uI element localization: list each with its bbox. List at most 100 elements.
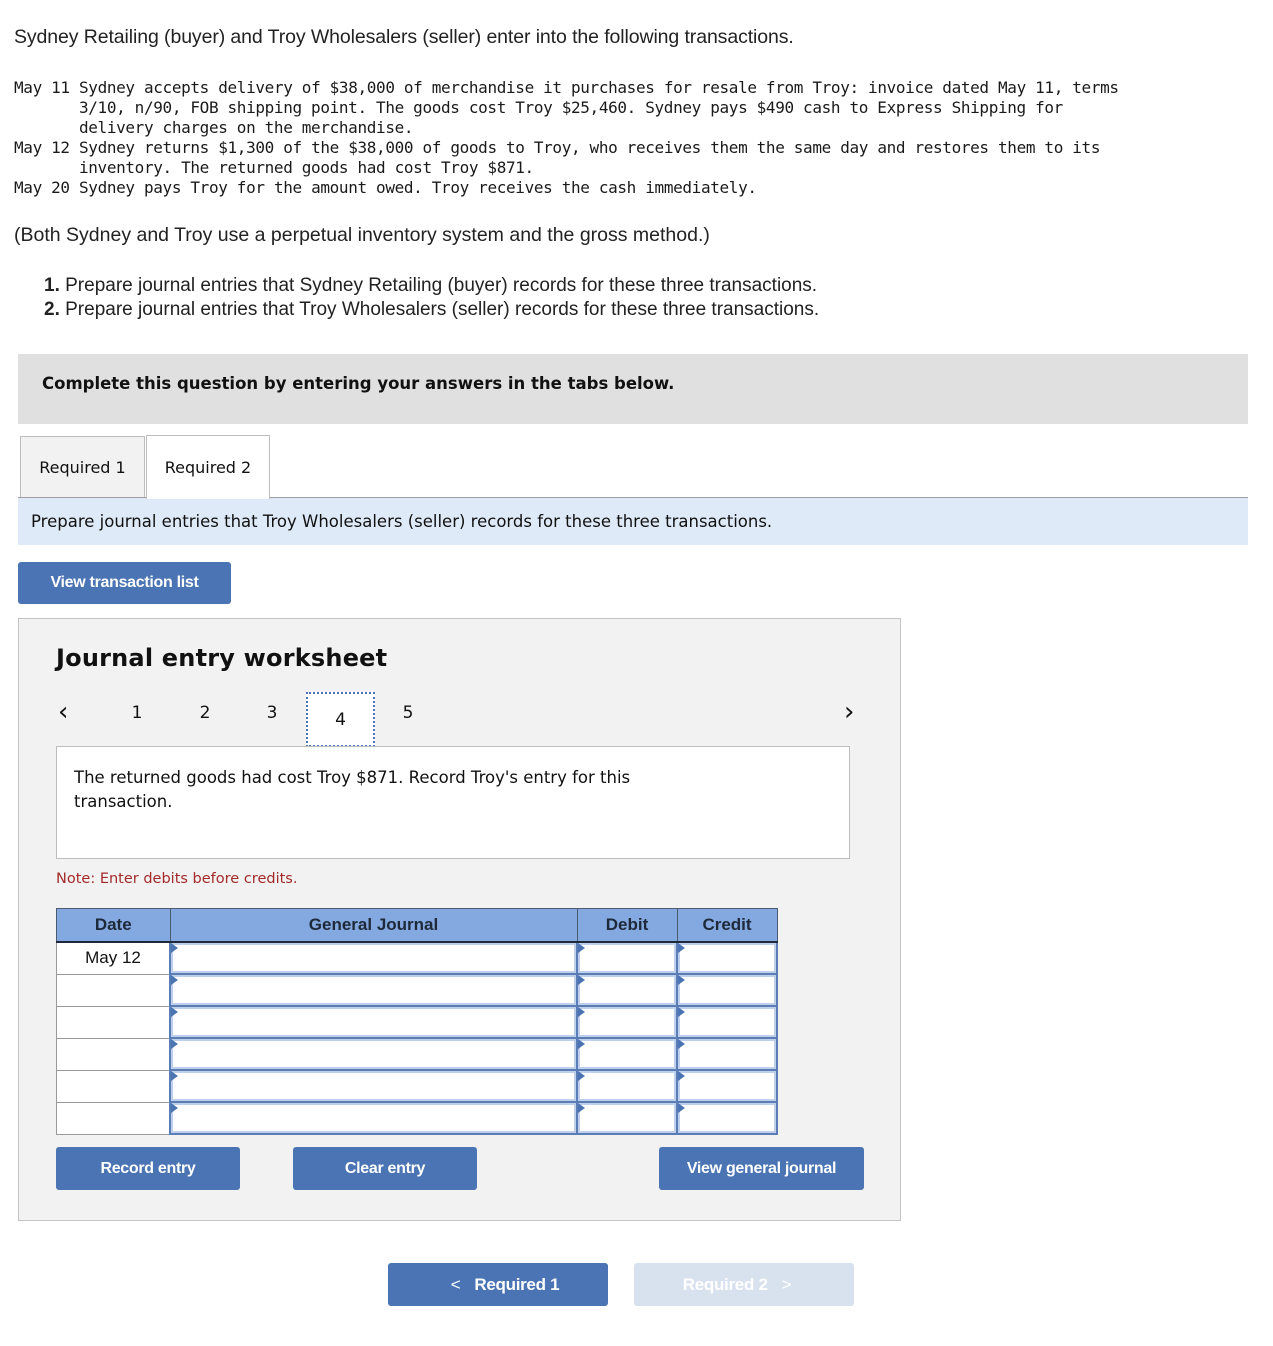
entry-marker-icon [171,943,178,953]
tab-required-2[interactable]: Required 2 [146,435,270,499]
credit-cell [676,1037,778,1071]
worksheet-title: Journal entry worksheet [56,644,388,672]
entry-marker-icon [171,1007,178,1017]
entry-marker-icon [578,975,585,985]
entry-marker-icon [171,975,178,985]
entry-marker-icon [678,1039,685,1049]
credit-input[interactable] [678,975,776,1005]
account-cell [169,973,578,1007]
worksheet-page-2[interactable]: 2 [195,703,215,723]
account-cell [169,1101,578,1135]
entry-marker-icon [678,1103,685,1113]
credit-input[interactable] [678,1103,776,1133]
previous-required-button[interactable]: < Required 1 [388,1263,608,1306]
debit-input[interactable] [578,1103,676,1133]
journal-row [56,973,778,1007]
transaction-date: May 11 [14,78,70,97]
column-header-debit: Debit [576,908,678,943]
entry-marker-icon [578,1071,585,1081]
transaction-text: Sydney pays Troy for the amount owed. Tr… [79,178,757,197]
journal-header-row: Date General Journal Debit Credit [56,908,778,943]
debit-input[interactable] [578,1071,676,1101]
view-transaction-list-button[interactable]: View transaction list [18,562,231,604]
debit-input[interactable] [578,1039,676,1069]
account-input[interactable] [171,1039,576,1069]
date-cell: May 12 [56,941,171,975]
banner-text: Complete this question by entering your … [42,374,675,393]
date-cell [56,1101,171,1135]
account-input[interactable] [171,1103,576,1133]
entry-marker-icon [171,1103,178,1113]
requirement-text: Prepare journal entries that Troy Wholes… [59,299,820,320]
requirements-list: 1. Prepare journal entries that Sydney R… [44,274,819,322]
journal-row [56,1037,778,1071]
debit-cell [576,973,678,1007]
date-cell [56,1005,171,1039]
column-header-credit: Credit [676,908,778,943]
account-cell [169,1037,578,1071]
debit-cell [576,1069,678,1103]
date-cell [56,1069,171,1103]
worksheet-page-5[interactable]: 5 [398,703,418,723]
instructions-banner: Complete this question by entering your … [18,354,1248,424]
entry-marker-icon [678,1007,685,1017]
entry-marker-icon [171,1071,178,1081]
debit-cell [576,1037,678,1071]
previous-required-label: Required 1 [474,1274,560,1294]
credit-cell [676,1101,778,1135]
credit-input[interactable] [678,1039,776,1069]
clear-entry-button[interactable]: Clear entry [293,1147,477,1190]
record-entry-button[interactable]: Record entry [56,1147,240,1190]
entry-marker-icon [578,1103,585,1113]
debit-cell [576,941,678,975]
credit-cell [676,941,778,975]
chevron-right-icon[interactable]: › [844,697,854,727]
worksheet-page-4[interactable]: 4 [306,692,375,747]
debit-input[interactable] [578,975,676,1005]
transaction-description: The returned goods had cost Troy $871. R… [74,768,631,811]
account-input[interactable] [171,1071,576,1101]
entry-marker-icon [171,1039,178,1049]
tab-required-1[interactable]: Required 1 [20,436,145,497]
transaction-date: May 12 [14,138,70,157]
transaction-text: 3/10, n/90, FOB shipping point. The good… [78,98,1063,117]
debit-input[interactable] [578,943,676,973]
requirement-item: 1. Prepare journal entries that Sydney R… [44,274,819,298]
credit-cell [676,1069,778,1103]
entry-marker-icon [678,943,685,953]
account-input[interactable] [171,1007,576,1037]
chevron-left-icon: < [450,1274,461,1294]
credit-input[interactable] [678,1071,776,1101]
transaction-text: Sydney returns $1,300 of the $38,000 of … [79,138,1101,157]
account-input[interactable] [171,943,576,973]
requirement-text: Prepare journal entries that Sydney Reta… [59,275,818,296]
column-header-date: Date [56,908,171,943]
chevron-right-icon: > [781,1274,792,1294]
debit-cell [576,1005,678,1039]
account-cell [169,1069,578,1103]
credit-input[interactable] [678,1007,776,1037]
chevron-left-icon[interactable]: ‹ [58,697,68,727]
transaction-date: May 20 [14,178,70,197]
entry-marker-icon [578,943,585,953]
credit-cell [676,1005,778,1039]
journal-row: May 12 [56,941,778,975]
worksheet-page-1[interactable]: 1 [127,703,147,723]
date-cell [56,1037,171,1071]
entry-marker-icon [578,1007,585,1017]
journal-row [56,1069,778,1103]
instruction-text: Prepare journal entries that Troy Wholes… [31,512,773,531]
journal-table: Date General Journal Debit Credit May 12 [56,908,778,1135]
intro-text: Sydney Retailing (buyer) and Troy Wholes… [14,26,794,48]
credit-input[interactable] [678,943,776,973]
credit-cell [676,973,778,1007]
account-input[interactable] [171,975,576,1005]
debit-input[interactable] [578,1007,676,1037]
transaction-text: delivery charges on the merchandise. [78,118,414,137]
journal-row [56,1005,778,1039]
next-required-button: Required 2 > [634,1263,854,1306]
worksheet-page-3[interactable]: 3 [262,703,282,723]
assumption-text: (Both Sydney and Troy use a perpetual in… [14,224,710,246]
view-general-journal-button[interactable]: View general journal [659,1147,864,1190]
transaction-text: Sydney accepts delivery of $38,000 of me… [79,78,1119,97]
